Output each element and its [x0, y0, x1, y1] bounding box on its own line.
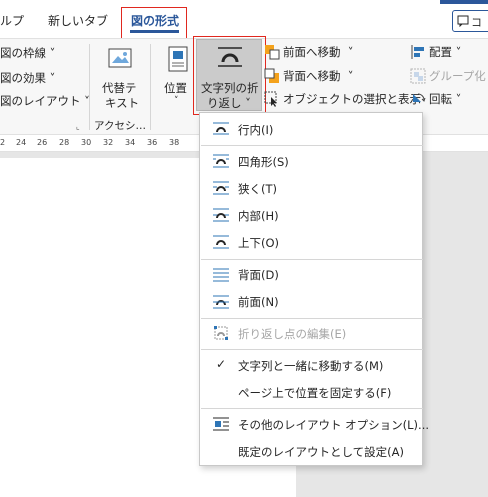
ruler-tick: 30 — [81, 138, 92, 147]
menu-item-edit-wrap-points: 折り返し点の編集(E) — [200, 320, 422, 347]
edit-wrap-points-icon — [214, 326, 228, 340]
comment-button[interactable]: コ — [452, 10, 488, 32]
alt-text-button[interactable]: 代替テ キスト — [96, 44, 144, 114]
menu-item-set-as-default[interactable]: 既定のレイアウトとして設定(A) — [200, 438, 422, 465]
bring-forward-label: 前面へ移動 ˅ — [283, 45, 354, 59]
menu-item-more-layout-options[interactable]: その他のレイアウト オプション(L)... — [200, 411, 429, 438]
tab-help[interactable]: ルプ — [0, 12, 24, 29]
menu-item-behind-text[interactable]: 背面(D) — [200, 261, 422, 288]
group-button: グループ化 ˅ — [410, 67, 488, 85]
alt-text-label-2: キスト — [105, 96, 140, 110]
position-button[interactable]: 位置 ˅ — [160, 44, 196, 114]
group-separator — [150, 44, 151, 130]
rotate-button[interactable]: 回転 ˅ — [410, 90, 488, 108]
picture-border-label: 図の枠線 — [0, 46, 46, 60]
selection-pane-icon — [264, 91, 277, 107]
tab-new-tab[interactable]: 新しいタブ — [48, 12, 108, 29]
menu-item-label: 内部(H) — [238, 209, 279, 223]
wrap-inline-icon — [213, 122, 229, 135]
comment-label: コ — [471, 16, 482, 29]
alt-text-label-1: 代替テ — [102, 81, 137, 95]
align-button[interactable]: 配置 ˅ — [410, 43, 488, 61]
send-backward-icon — [264, 68, 279, 83]
menu-item-label: 既定のレイアウトとして設定(A) — [238, 445, 404, 459]
comment-icon — [457, 15, 469, 27]
ruler-tick: 26 — [37, 138, 48, 147]
menu-separator — [201, 349, 423, 350]
send-backward-label: 背面へ移動 ˅ — [283, 69, 354, 83]
rotate-icon — [413, 93, 426, 102]
menu-item-label: 折り返し点の編集(E) — [238, 327, 347, 341]
ruler-tick: 36 — [147, 138, 158, 147]
menu-item-label: 四角形(S) — [238, 155, 289, 169]
menu-item-label: 狭く(T) — [238, 182, 277, 196]
menu-item-square[interactable]: 四角形(S) — [200, 148, 422, 175]
menu-item-label: 前面(N) — [238, 295, 279, 309]
menu-item-label: その他のレイアウト オプション(L)... — [238, 418, 430, 432]
picture-layout-label: 図のレイアウト — [0, 94, 81, 108]
picture-effects-button[interactable]: 図の効果 ˅ — [0, 70, 55, 86]
title-bar-edge — [440, 0, 488, 4]
selection-pane-button[interactable]: オブジェクトの選択と表示 — [264, 90, 421, 108]
menu-item-top-bottom[interactable]: 上下(O) — [200, 229, 422, 256]
selection-pane-label: オブジェクトの選択と表示 — [283, 92, 421, 106]
ruler-tick: 38 — [169, 138, 180, 147]
picture-layout-button[interactable]: 図のレイアウト ˅ — [0, 93, 90, 109]
wrap-behind-text-icon — [213, 268, 229, 282]
ruler-tick: 2 — [0, 138, 6, 147]
menu-separator — [201, 318, 423, 319]
menu-separator — [201, 145, 423, 146]
checkmark-icon: ✓ — [216, 357, 227, 371]
menu-item-move-with-text[interactable]: ✓ 文字列と一緒に移動する(M) — [200, 352, 422, 379]
rotate-label: 回転 ˅ — [429, 92, 462, 106]
menu-item-in-front-of-text[interactable]: 前面(N) — [200, 288, 422, 315]
dialog-launcher-icon[interactable]: ⌞ — [76, 122, 80, 131]
menu-item-label: 背面(D) — [238, 268, 279, 282]
group-label: グループ化 ˅ — [429, 69, 486, 83]
picture-effects-label: 図の効果 — [0, 71, 46, 85]
position-icon — [168, 46, 188, 72]
menu-separator — [201, 259, 423, 260]
accessibility-group-label: アクセシ… — [94, 120, 146, 132]
ruler-tick: 28 — [59, 138, 70, 147]
ruler-tick: 32 — [103, 138, 114, 147]
menu-item-inline[interactable]: 行内(I) — [200, 116, 422, 143]
picture-border-button[interactable]: 図の枠線 ˅ — [0, 45, 55, 61]
menu-item-tight[interactable]: 狭く(T) — [200, 175, 422, 202]
menu-item-label: 文字列と一緒に移動する(M) — [238, 359, 384, 373]
menu-item-label: 行内(I) — [238, 123, 274, 137]
wrap-square-icon — [213, 154, 229, 168]
group-icon — [410, 68, 426, 84]
wrap-text-menu: 行内(I) 四角形(S) 狭く(T) 内部(H) 上下(O) 背面(D) 前面(… — [199, 112, 429, 466]
align-icon — [411, 45, 424, 59]
chevron-down-icon: ˅ — [174, 96, 179, 106]
menu-item-label: ページ上で位置を固定する(F) — [238, 386, 392, 400]
wrap-tight-icon — [213, 181, 229, 195]
menu-item-label: 上下(O) — [238, 236, 280, 250]
group-separator — [89, 44, 90, 130]
ruler-tick: 34 — [125, 138, 136, 147]
menu-separator — [201, 408, 423, 409]
menu-item-through[interactable]: 内部(H) — [200, 202, 422, 229]
wrap-in-front-icon — [213, 295, 229, 309]
bring-forward-button[interactable]: 前面へ移動 ˅ — [264, 43, 354, 61]
layout-options-icon — [213, 417, 229, 431]
menu-item-fix-position[interactable]: ページ上で位置を固定する(F) — [200, 379, 422, 406]
highlight-tab-box — [121, 7, 187, 39]
highlight-wrap-box — [193, 36, 266, 115]
align-label: 配置 ˅ — [429, 45, 462, 59]
wrap-through-icon — [213, 208, 229, 222]
wrap-top-bottom-icon — [213, 235, 229, 249]
position-label: 位置 — [164, 81, 187, 95]
send-backward-button[interactable]: 背面へ移動 ˅ — [264, 67, 354, 85]
bring-forward-icon — [265, 45, 280, 60]
alt-text-icon — [108, 48, 132, 68]
ruler-tick: 24 — [16, 138, 27, 147]
